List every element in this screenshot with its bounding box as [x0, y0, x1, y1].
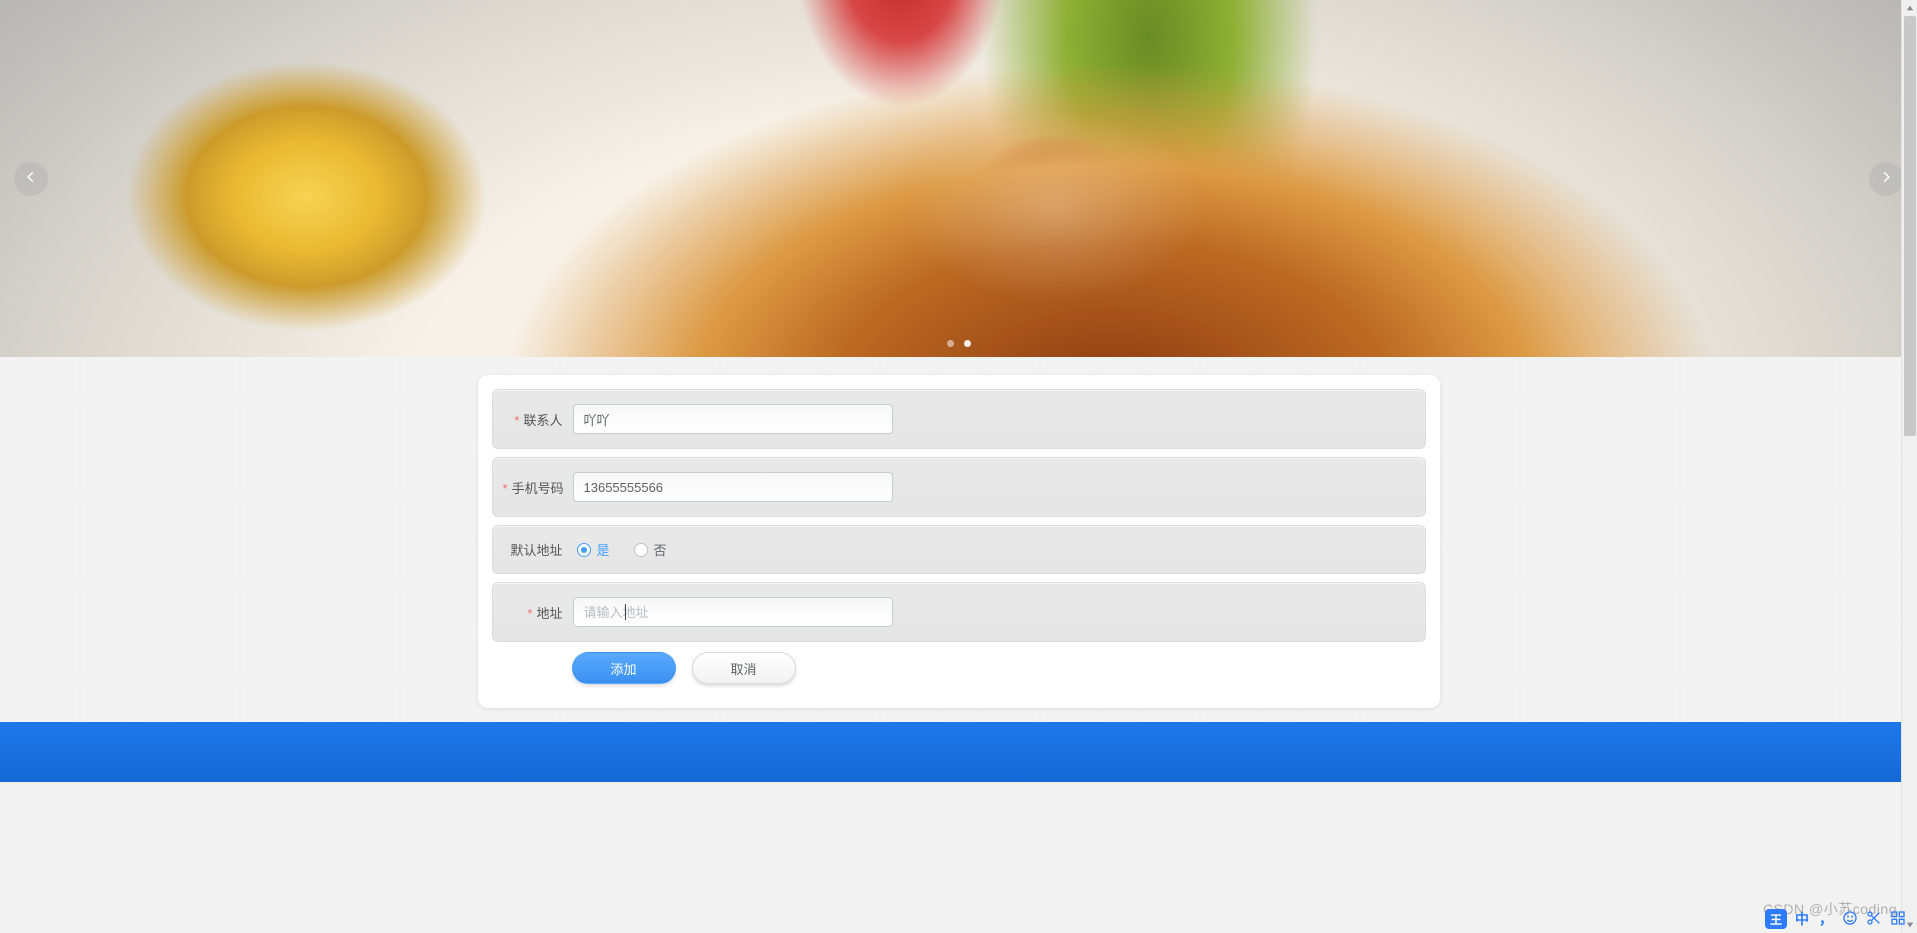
grid-icon — [1890, 910, 1906, 929]
radio-yes[interactable]: 是 — [577, 540, 610, 559]
carousel-dot-1[interactable] — [964, 340, 971, 347]
submit-button-label: 添加 — [610, 659, 636, 678]
required-mark: * — [514, 413, 519, 428]
radio-no-label: 否 — [654, 540, 667, 559]
scroll-thumb[interactable] — [1904, 16, 1916, 436]
scissors-icon — [1866, 910, 1882, 929]
submit-button[interactable]: 添加 — [572, 652, 676, 684]
carousel-prev-button[interactable] — [14, 162, 48, 196]
address-input[interactable] — [573, 597, 893, 627]
ime-badge-label: 王 — [1770, 911, 1782, 928]
ime-emoji-button[interactable] — [1841, 910, 1859, 928]
default-address-radio-group: 是 否 — [573, 540, 667, 559]
text-cursor-icon — [625, 604, 626, 620]
smile-icon — [1842, 910, 1858, 929]
ime-punct-label: ， — [1819, 909, 1833, 929]
label-default-address: 默认地址 — [503, 540, 573, 559]
contact-input[interactable] — [573, 404, 893, 434]
carousel-dot-0[interactable] — [947, 340, 954, 347]
chevron-left-icon — [24, 170, 38, 187]
page-body: *联系人 *手机号码 默认地址 是 否 — [0, 357, 1917, 782]
phone-input[interactable] — [573, 472, 893, 502]
ime-toolbar: 王 中 ， — [1759, 907, 1913, 931]
scroll-up-icon[interactable] — [1902, 0, 1917, 16]
address-form-card: *联系人 *手机号码 默认地址 是 否 — [478, 375, 1440, 708]
row-phone: *手机号码 — [492, 457, 1426, 517]
vertical-scrollbar[interactable] — [1901, 0, 1917, 933]
cancel-button[interactable]: 取消 — [692, 652, 796, 684]
hero-carousel — [0, 0, 1917, 357]
cancel-button-label: 取消 — [730, 659, 756, 678]
ime-badge[interactable]: 王 — [1765, 909, 1787, 929]
row-default-address: 默认地址 是 否 — [492, 525, 1426, 574]
label-address: *地址 — [503, 603, 573, 622]
required-mark: * — [503, 481, 508, 496]
form-actions: 添加 取消 — [492, 652, 1426, 684]
ime-punct-toggle[interactable]: ， — [1817, 910, 1835, 928]
ime-grid-button[interactable] — [1889, 910, 1907, 928]
ime-lang-label: 中 — [1795, 909, 1809, 929]
label-phone: *手机号码 — [503, 478, 573, 497]
carousel-next-button[interactable] — [1869, 162, 1903, 196]
radio-dot-icon — [634, 543, 648, 557]
row-contact: *联系人 — [492, 389, 1426, 449]
row-address: *地址 — [492, 582, 1426, 642]
radio-yes-label: 是 — [597, 540, 610, 559]
carousel-dots — [947, 340, 971, 347]
footer-bar — [0, 722, 1917, 782]
radio-dot-icon — [577, 543, 591, 557]
ime-lang-toggle[interactable]: 中 — [1793, 910, 1811, 928]
radio-no[interactable]: 否 — [634, 540, 667, 559]
ime-scissors-button[interactable] — [1865, 910, 1883, 928]
label-contact: *联系人 — [503, 410, 573, 429]
required-mark: * — [527, 606, 532, 621]
chevron-right-icon — [1879, 170, 1893, 187]
